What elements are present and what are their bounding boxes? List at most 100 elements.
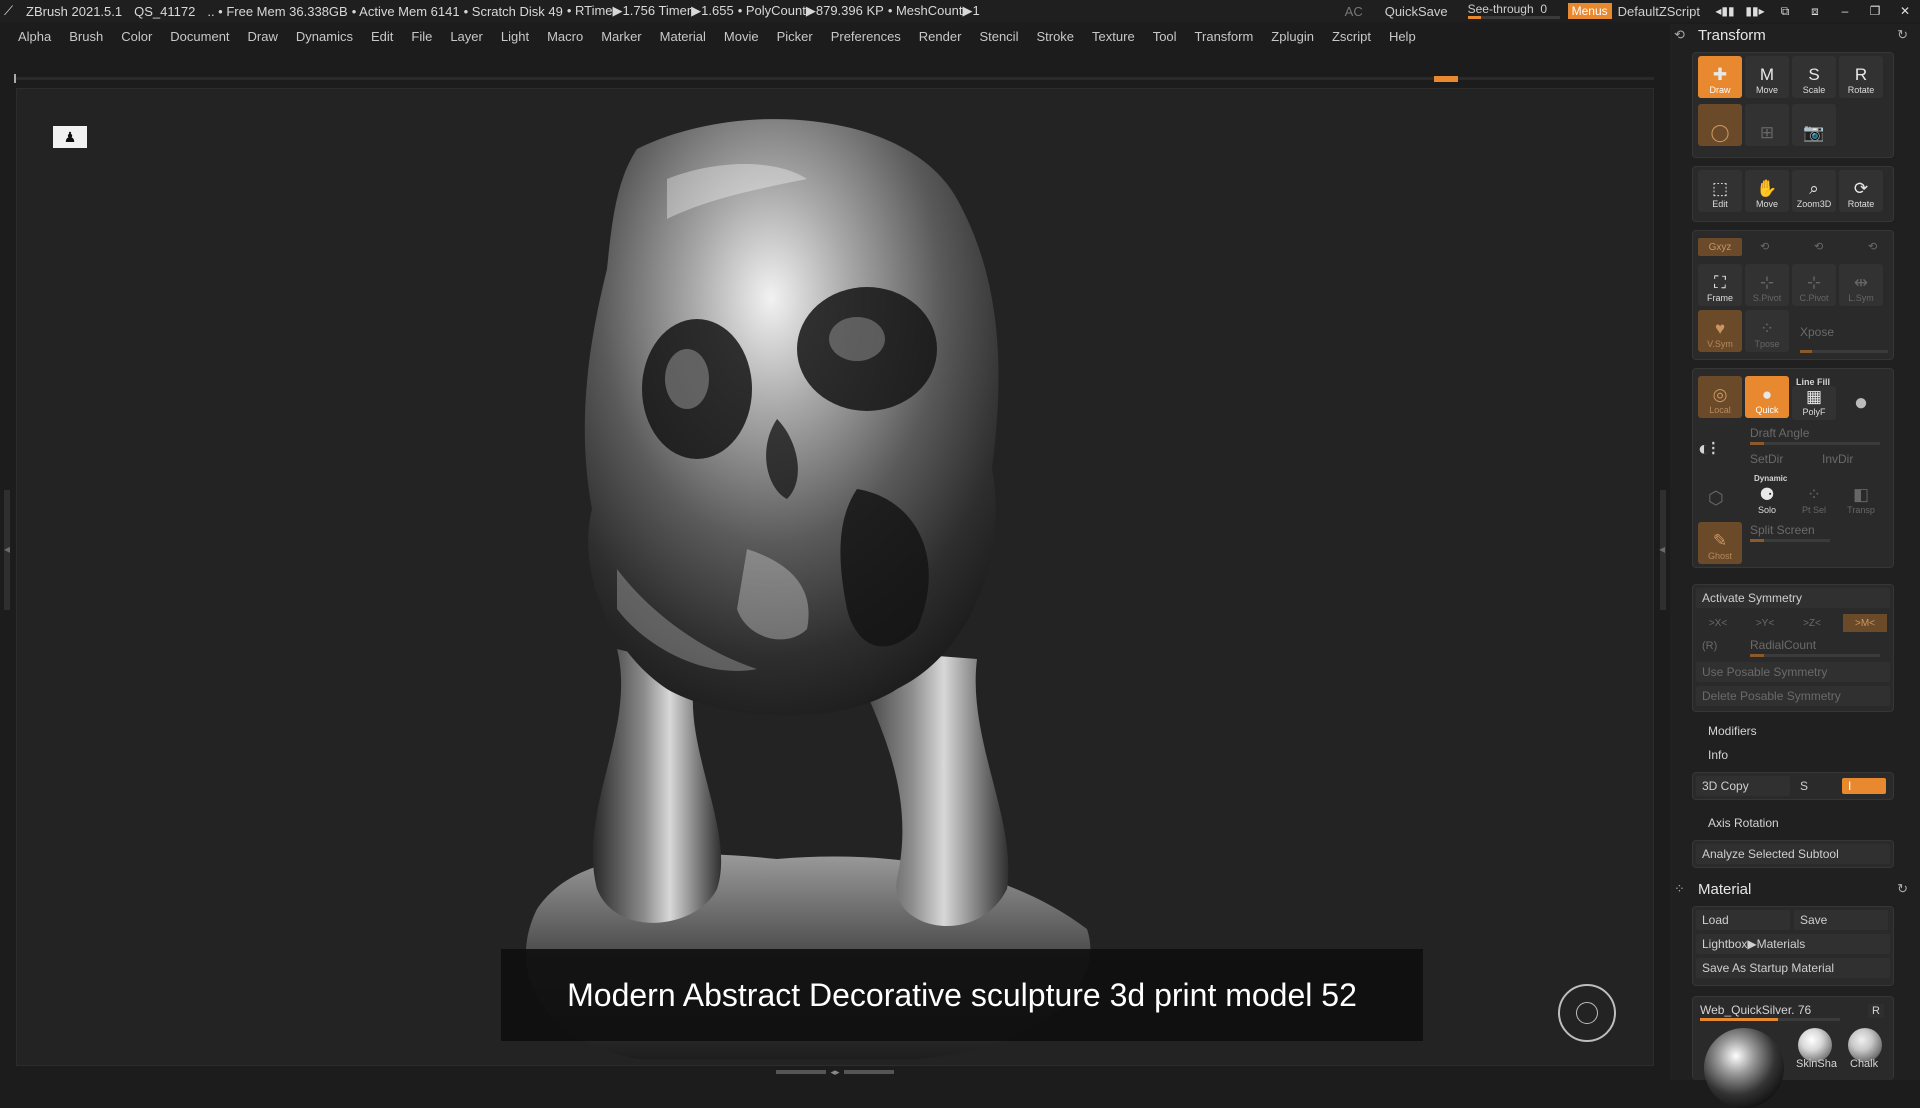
menu-zplugin[interactable]: Zplugin: [1271, 29, 1314, 44]
menu-file[interactable]: File: [411, 29, 432, 44]
menu-transform[interactable]: Transform: [1195, 29, 1254, 44]
matcap-ball-button[interactable]: ●: [1839, 380, 1883, 416]
left-tray-arrow-icon[interactable]: ◂: [4, 542, 10, 556]
menu-tool[interactable]: Tool: [1153, 29, 1177, 44]
save-startup-material-button[interactable]: Save As Startup Material: [1696, 958, 1890, 978]
menu-light[interactable]: Light: [501, 29, 529, 44]
quicksave-button[interactable]: QuickSave: [1385, 4, 1448, 19]
menu-help[interactable]: Help: [1389, 29, 1416, 44]
material-palette-header[interactable]: ⁘ Material ↻: [1670, 878, 1920, 900]
transp-button[interactable]: ◧ Transp: [1839, 484, 1883, 518]
info-subpalette[interactable]: Info: [1708, 748, 1728, 762]
zoom3d-button[interactable]: ⌕ Zoom3D: [1792, 170, 1836, 212]
vsym-button[interactable]: ♥ V.Sym: [1698, 310, 1742, 352]
ui-layout-icon[interactable]: ⧉: [1774, 4, 1796, 19]
setdir-button[interactable]: SetDir: [1750, 452, 1783, 466]
copy-s-button[interactable]: S: [1794, 776, 1836, 796]
menu-alpha[interactable]: Alpha: [18, 29, 51, 44]
y-rotation-icon[interactable]: ⟲: [1760, 240, 1769, 253]
menu-movie[interactable]: Movie: [724, 29, 759, 44]
current-material-swatch[interactable]: [1704, 1028, 1784, 1108]
edit-topology-button[interactable]: ⊞: [1745, 104, 1789, 146]
menu-edit[interactable]: Edit: [371, 29, 393, 44]
user-avatar-icon[interactable]: ♟: [53, 126, 87, 148]
rotate-tool-button[interactable]: R Rotate: [1839, 56, 1883, 98]
draw-tool-button[interactable]: ✚ Draw: [1698, 56, 1742, 98]
layout-left-icon[interactable]: ◂▮▮: [1714, 4, 1736, 18]
see-through-slider[interactable]: See-through 0: [1467, 2, 1560, 20]
radial-count-label[interactable]: RadialCount: [1750, 638, 1816, 652]
edit-button[interactable]: ⬚ Edit: [1698, 170, 1742, 212]
lsym-button[interactable]: ⇹ L.Sym: [1839, 264, 1883, 306]
quick-render-button[interactable]: ● Quick: [1745, 376, 1789, 418]
material-slider[interactable]: [1700, 1018, 1840, 1021]
invdir-button[interactable]: InvDir: [1822, 452, 1853, 466]
analyze-selected-subtool-button[interactable]: Analyze Selected Subtool: [1696, 844, 1890, 864]
sym-z-button[interactable]: >Z<: [1792, 614, 1832, 632]
menu-document[interactable]: Document: [170, 29, 229, 44]
restore-icon[interactable]: ❐: [1864, 4, 1886, 18]
sym-y-button[interactable]: >Y<: [1745, 614, 1785, 632]
menu-dynamics[interactable]: Dynamics: [296, 29, 353, 44]
use-posable-symmetry-button[interactable]: Use Posable Symmetry: [1696, 662, 1890, 682]
ui-save-icon[interactable]: ⧈: [1804, 4, 1826, 19]
material-save-button[interactable]: Save: [1794, 910, 1888, 930]
menu-draw[interactable]: Draw: [248, 29, 278, 44]
canvas-viewport[interactable]: ♟ Modern Abstract Decorative sculpture 3…: [16, 88, 1654, 1066]
default-zscript-button[interactable]: DefaultZScript: [1618, 4, 1700, 19]
menu-layer[interactable]: Layer: [450, 29, 483, 44]
close-icon[interactable]: ✕: [1894, 4, 1916, 18]
palette-reset-icon[interactable]: ↻: [1897, 27, 1908, 43]
polyf-button[interactable]: ▦ PolyF: [1792, 386, 1836, 420]
snapshot-button[interactable]: 📷: [1792, 104, 1836, 146]
menu-zscript[interactable]: Zscript: [1332, 29, 1371, 44]
material-r-button[interactable]: R: [1868, 1004, 1884, 1018]
menu-color[interactable]: Color: [121, 29, 152, 44]
right-tray-arrow-icon[interactable]: ◂: [1659, 542, 1665, 556]
menu-preferences[interactable]: Preferences: [831, 29, 901, 44]
ghost-button[interactable]: ✎ Ghost: [1698, 522, 1742, 564]
ptsel-button[interactable]: ⁘ Pt Sel: [1792, 484, 1836, 518]
lightbox-materials-button[interactable]: Lightbox▶Materials: [1696, 934, 1890, 954]
gizmo-toggle-button[interactable]: ◯: [1698, 104, 1742, 146]
split-screen-label[interactable]: Split Screen: [1750, 523, 1815, 537]
sym-x-button[interactable]: >X<: [1698, 614, 1738, 632]
material-load-button[interactable]: Load: [1696, 910, 1790, 930]
transform-palette-header[interactable]: ⟲ Transform ↻: [1670, 24, 1920, 46]
menu-texture[interactable]: Texture: [1092, 29, 1135, 44]
free-rotation-icon[interactable]: ⟲: [1868, 240, 1877, 253]
local-button[interactable]: ◎ Local: [1698, 376, 1742, 418]
radial-toggle[interactable]: (R): [1702, 640, 1717, 652]
activate-symmetry-button[interactable]: Activate Symmetry: [1696, 588, 1890, 608]
move-view-button[interactable]: ✋ Move: [1745, 170, 1789, 212]
copy-3d-button[interactable]: 3D Copy: [1696, 776, 1790, 796]
cpivot-button[interactable]: ⊹ C.Pivot: [1792, 264, 1836, 306]
xpose-slider[interactable]: [1800, 350, 1888, 353]
menu-stroke[interactable]: Stroke: [1036, 29, 1074, 44]
current-material-label[interactable]: Web_QuickSilver. 76: [1700, 1003, 1811, 1017]
scale-tool-button[interactable]: S Scale: [1792, 56, 1836, 98]
menu-stencil[interactable]: Stencil: [979, 29, 1018, 44]
modifiers-subpalette[interactable]: Modifiers: [1708, 724, 1757, 738]
minimize-icon[interactable]: ‒: [1834, 4, 1856, 18]
menus-toggle[interactable]: Menus: [1567, 3, 1612, 19]
copy-i-button[interactable]: I: [1842, 778, 1886, 794]
contrast-toggle-icon[interactable]: ◐⁝: [1698, 436, 1716, 461]
rotate-view-button[interactable]: ⟳ Rotate: [1839, 170, 1883, 212]
material-reset-icon[interactable]: ↻: [1897, 881, 1908, 897]
frame-button[interactable]: ⛶ Frame: [1698, 264, 1742, 306]
menu-material[interactable]: Material: [660, 29, 706, 44]
xyz-rotation-toggle[interactable]: Gxyz: [1698, 238, 1742, 256]
xpose-label[interactable]: Xpose: [1800, 325, 1834, 339]
solo-button[interactable]: ⚈ Solo: [1745, 484, 1789, 518]
ac-toggle[interactable]: AC: [1345, 4, 1363, 19]
tpose-button[interactable]: ⁘ Tpose: [1745, 310, 1789, 352]
menu-render[interactable]: Render: [919, 29, 962, 44]
move-tool-button[interactable]: M Move: [1745, 56, 1789, 98]
navigation-gizmo-icon[interactable]: [1558, 984, 1616, 1042]
menu-macro[interactable]: Macro: [547, 29, 583, 44]
menu-brush[interactable]: Brush: [69, 29, 103, 44]
delete-posable-symmetry-button[interactable]: Delete Posable Symmetry: [1696, 686, 1890, 706]
split-screen-slider[interactable]: [1750, 539, 1830, 542]
z-rotation-icon[interactable]: ⟲: [1814, 240, 1823, 253]
